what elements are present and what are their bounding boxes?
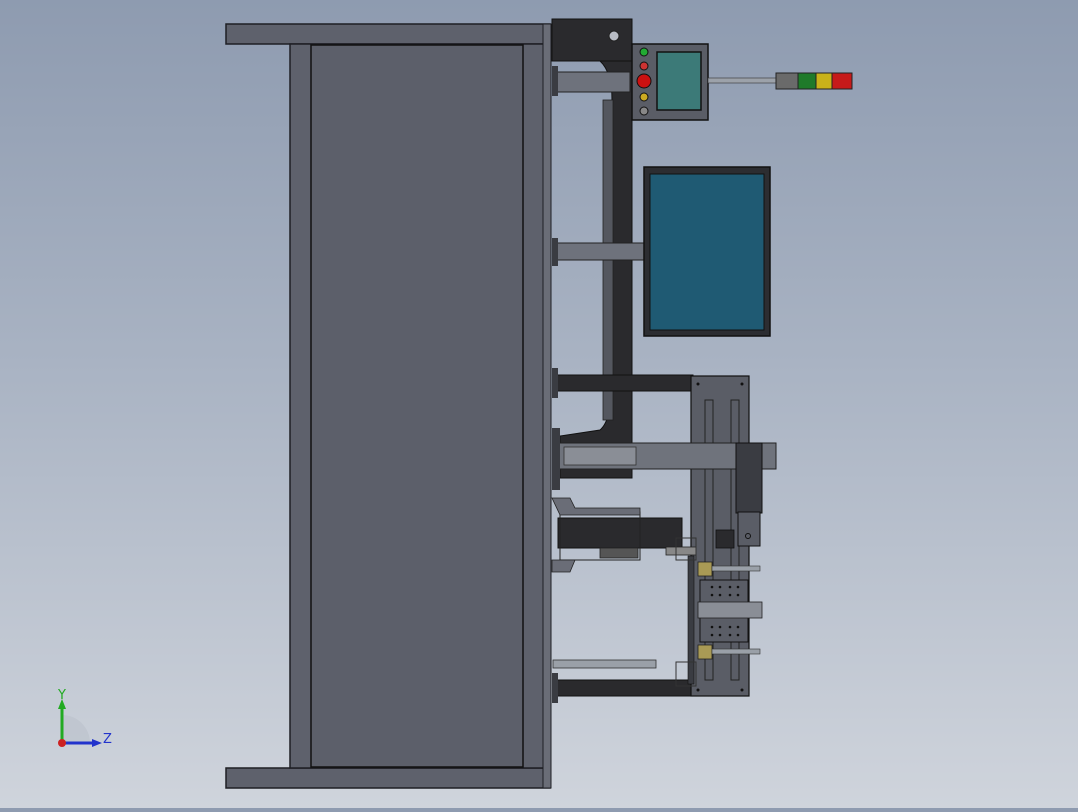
cad-viewport[interactable]: Y Z — [0, 0, 1078, 808]
frame-side-plate — [542, 23, 552, 789]
sensor-block — [737, 511, 761, 547]
cylinder-barrel — [563, 446, 637, 466]
red-button-icon[interactable] — [639, 61, 649, 71]
gripper-body — [557, 517, 683, 549]
yellow-button-icon[interactable] — [639, 92, 649, 102]
stack-light-segment-yellow — [815, 72, 833, 90]
rod-bottom-flange — [552, 673, 558, 703]
monitor-screen[interactable] — [649, 173, 765, 331]
key-switch-icon[interactable] — [639, 106, 649, 116]
stack-light[interactable] — [775, 72, 853, 90]
hmi-control-box[interactable] — [631, 43, 779, 121]
y-axis-label: Y — [57, 688, 66, 703]
rod-bottom-dark — [554, 679, 694, 697]
rod-mid-flange — [552, 368, 558, 398]
punch-rod — [697, 601, 763, 619]
green-button-icon[interactable] — [639, 47, 649, 57]
triad-arc — [62, 715, 90, 743]
cad-model-canvas[interactable] — [0, 0, 1078, 808]
small-cylinder-lower — [697, 644, 713, 660]
triad-graphic: Y Z — [57, 688, 112, 747]
stack-light-arm — [707, 77, 779, 84]
small-cylinder-upper — [697, 561, 713, 577]
guide-post — [687, 555, 695, 685]
rod-monitor-flange — [552, 238, 558, 266]
mechanism-flange — [552, 428, 560, 490]
rod-monitor-mount — [555, 242, 645, 261]
frame-top-rail — [225, 23, 551, 45]
emergency-stop-icon[interactable] — [636, 73, 652, 89]
bracket-hole-icon — [608, 30, 620, 42]
rod-upper-flange — [552, 66, 558, 96]
stack-light-segment-gray — [775, 72, 799, 90]
bracket-arm — [559, 60, 633, 479]
hmi-screen[interactable] — [656, 51, 702, 111]
coordinate-triad: Y Z — [50, 685, 130, 755]
stack-light-segment-red — [831, 72, 853, 90]
frame-panel — [310, 44, 524, 768]
origin-icon — [58, 739, 66, 747]
gripper-nozzle — [665, 546, 697, 556]
slide-mechanism[interactable] — [551, 375, 777, 697]
cylinder-end-block — [735, 442, 763, 514]
rod-upper — [554, 71, 631, 93]
monitor[interactable] — [643, 166, 771, 337]
rod-mid-dark — [554, 374, 694, 392]
machine-frame[interactable] — [225, 23, 552, 789]
rod-thin-lower — [552, 659, 657, 669]
z-axis-label: Z — [103, 732, 112, 747]
stack-light-segment-green — [797, 72, 817, 90]
frame-bottom-rail — [225, 767, 551, 789]
bracket-top — [551, 18, 633, 62]
